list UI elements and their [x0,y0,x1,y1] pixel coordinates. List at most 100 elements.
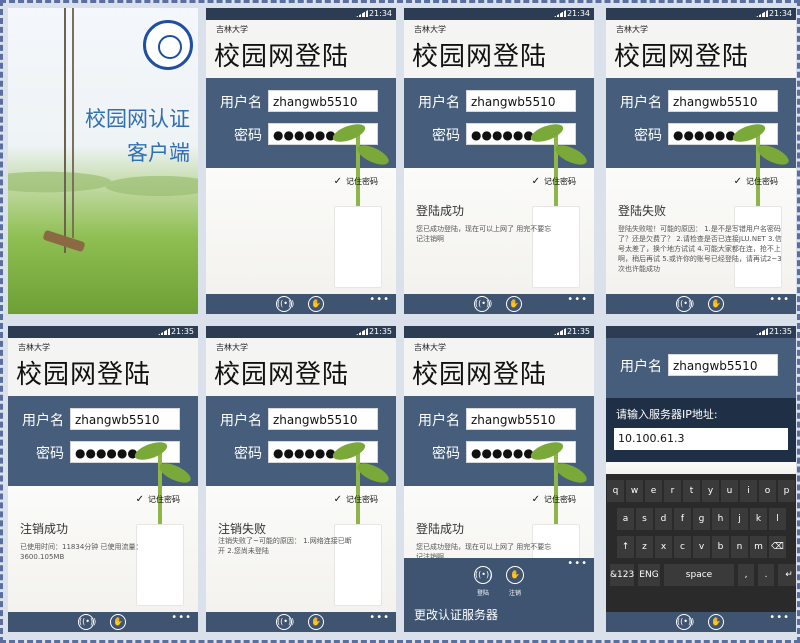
swing-rope [64,8,66,253]
server-ip-dialog: 请输入服务器IP地址: 10.100.61.3 [606,398,796,462]
key-s[interactable]: s [636,508,653,530]
key-c[interactable]: c [674,536,691,558]
key-r[interactable]: r [664,480,681,502]
logout-hand-icon[interactable]: ✋ [506,296,522,312]
key-t[interactable]: t [683,480,700,502]
page-title: 校园网登陆 [412,360,548,390]
key-j[interactable]: j [731,508,748,530]
key-e[interactable]: e [645,480,662,502]
logout-hand-icon[interactable]: ✋ [708,614,724,630]
key-↑[interactable]: ↑ [617,536,634,558]
status-message: 注销失败了~可能的原因： 1.网络连接已断开 2.您尚未登陆 [218,537,352,555]
key-i[interactable]: i [740,480,757,502]
username-input[interactable]: zhangwb5510 [268,90,378,112]
page-header: 吉林大学 校园网登陆 [404,338,594,396]
more-button[interactable]: ••• [369,612,390,623]
signal-icon [756,10,768,17]
key-q[interactable]: q [607,480,624,502]
login-screen-default: 21:34 吉林大学 校园网登陆 用户名 zhangwb5510 密码 ●●●●… [206,8,396,314]
remember-checkbox[interactable]: ✓ 记住密码 [532,176,576,187]
more-button[interactable]: ••• [769,612,790,623]
dialog-title: 请输入服务器IP地址: [616,408,718,421]
username-input[interactable]: zhangwb5510 [70,408,180,430]
logout-hand-icon[interactable]: ✋ [308,296,324,312]
key-p[interactable]: p [778,480,795,502]
key-m[interactable]: m [750,536,767,558]
content-area: ✓ 记住密码 登陆失败 登陆失败啦！可能的原因： 1.是不是写错用户名密码了？还是… [606,120,796,294]
login-wifi-icon[interactable]: ((•)) [276,614,294,630]
key-&123[interactable]: &123 [610,564,634,586]
check-icon: ✓ [333,494,342,505]
splash-title-line1: 校园网认证 [85,107,190,131]
remember-checkbox[interactable]: ✓ 记住密码 [334,494,378,505]
key-space[interactable]: space [664,564,734,586]
check-icon: ✓ [333,176,342,187]
username-input[interactable]: zhangwb5510 [668,90,778,112]
logout-hand-icon[interactable]: ✋ [506,566,524,584]
server-ip-input[interactable]: 10.100.61.3 [614,428,788,450]
remember-checkbox[interactable]: ✓ 记住密码 [734,176,778,187]
password-label: 密码 [634,128,662,144]
school-name: 吉林大学 [414,25,446,34]
status-bar: 21:34 [404,8,594,20]
more-button[interactable]: ••• [769,294,790,305]
logout-hand-icon[interactable]: ✋ [708,296,724,312]
key-w[interactable]: w [626,480,643,502]
plant-image [356,128,360,208]
signal-icon [554,328,566,335]
key-l[interactable]: l [769,508,786,530]
key-x[interactable]: x [655,536,672,558]
more-button[interactable]: ••• [567,294,588,305]
more-button[interactable]: ••• [567,558,588,569]
key-d[interactable]: d [655,508,672,530]
key-,[interactable]: , [738,564,754,586]
key-z[interactable]: z [636,536,653,558]
check-icon: ✓ [531,494,540,505]
login-wifi-icon[interactable]: ((•)) [276,296,294,312]
login-wifi-icon[interactable]: ((•)) [78,614,96,630]
key-a[interactable]: a [617,508,634,530]
login-screen-failure: 21:34 吉林大学 校园网登陆 用户名 zhangwb5510 密码 ●●●●… [606,8,796,314]
plant-image [356,446,360,526]
remember-checkbox[interactable]: ✓ 记住密码 [136,494,180,505]
login-wifi-icon[interactable]: ((•)) [676,296,694,312]
more-button[interactable]: ••• [171,612,192,623]
app-bar: ((•)) ✋ ••• [8,612,198,632]
login-wifi-icon[interactable]: ((•)) [474,296,492,312]
menu-item-change-server[interactable]: 更改认证服务器 [414,606,498,623]
password-label: 密码 [432,128,460,144]
login-wifi-icon[interactable]: ((•)) [676,614,694,630]
page-header: 吉林大学 校园网登陆 [206,20,396,78]
clock: 21:35 [170,327,194,336]
more-button[interactable]: ••• [369,294,390,305]
key-u[interactable]: u [721,480,738,502]
key-o[interactable]: o [759,480,776,502]
key-⌫[interactable]: ⌫ [769,536,786,558]
key-g[interactable]: g [693,508,710,530]
login-wifi-icon[interactable]: ((•)) [474,566,492,584]
key-ENG[interactable]: ENG [638,564,660,586]
key-f[interactable]: f [674,508,691,530]
remember-checkbox[interactable]: ✓ 记住密码 [334,176,378,187]
key-↵[interactable]: ↵ [778,564,796,586]
key-b[interactable]: b [712,536,729,558]
app-bar-expanded: ((•)) 登陆 ✋ 注销 ••• 更改认证服务器 [404,558,594,632]
remember-checkbox[interactable]: ✓ 记住密码 [532,494,576,505]
username-input[interactable]: zhangwb5510 [668,354,778,376]
key-h[interactable]: h [712,508,729,530]
logout-hand-icon[interactable]: ✋ [308,614,324,630]
key-k[interactable]: k [750,508,767,530]
key-.[interactable]: . [758,564,774,586]
key-v[interactable]: v [693,536,710,558]
username-input[interactable]: zhangwb5510 [268,408,378,430]
key-n[interactable]: n [731,536,748,558]
username-input[interactable]: zhangwb5510 [466,408,576,430]
username-label: 用户名 [418,413,460,429]
username-input[interactable]: zhangwb5510 [466,90,576,112]
splash-title-line2: 客户端 [127,141,190,165]
plant-image [554,128,558,208]
key-y[interactable]: y [702,480,719,502]
logout-hand-icon[interactable]: ✋ [110,614,126,630]
content-area: ✓ 记住密码 登陆成功 您已成功登陆，现在可以上网了 用完不要忘记注销啊 [404,120,594,294]
signal-icon [356,328,368,335]
